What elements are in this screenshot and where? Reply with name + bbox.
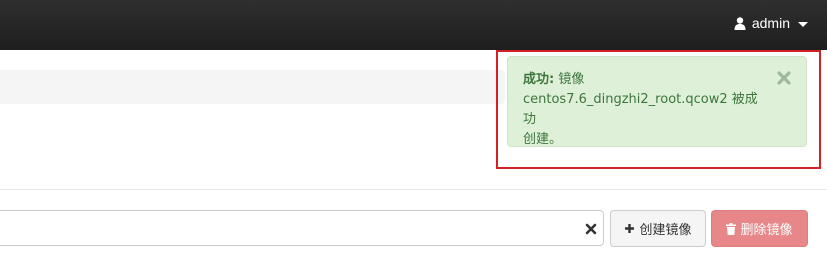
caret-down-icon	[798, 21, 808, 27]
delete-image-label: 删除镜像	[740, 223, 793, 238]
breadcrumb-bar	[0, 70, 505, 104]
times-icon[interactable]	[583, 221, 599, 237]
alert-line-3: 创建。	[523, 132, 563, 147]
alert-line-2: centos7.6_dingzhi2_root.qcow2 被成功	[523, 92, 758, 127]
divider	[0, 189, 827, 190]
user-icon	[734, 16, 746, 30]
search-input[interactable]	[0, 210, 604, 246]
success-alert: 成功: 镜像 centos7.6_dingzhi2_root.qcow2 被成功…	[507, 56, 807, 147]
close-icon[interactable]	[777, 71, 791, 85]
alert-title: 成功:	[523, 72, 555, 87]
alert-line-1: 成功: 镜像	[523, 70, 766, 90]
create-image-label: 创建镜像	[639, 223, 692, 238]
delete-image-button[interactable]: 删除镜像	[711, 210, 808, 247]
alert-message-start: 镜像	[554, 72, 585, 87]
user-name: admin	[751, 15, 790, 31]
top-navbar: admin	[0, 0, 827, 50]
create-image-button[interactable]: 创建镜像	[610, 210, 706, 247]
plus-icon	[625, 224, 635, 233]
user-menu-dropdown[interactable]: admin	[734, 15, 808, 31]
trash-icon	[726, 222, 737, 235]
